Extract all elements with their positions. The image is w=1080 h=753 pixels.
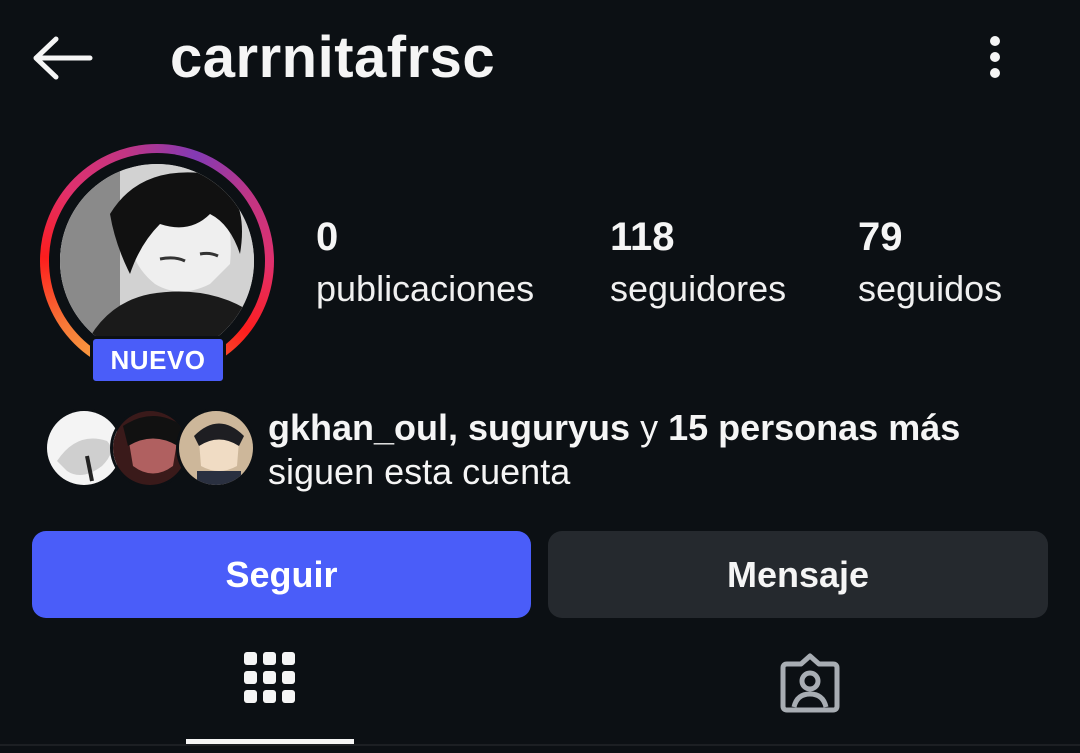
followed-by-text[interactable]: gkhan_oul, suguryus y 15 personas más si… xyxy=(268,406,1058,494)
following-label: seguidos xyxy=(858,268,1003,309)
mutual-followers-avatars[interactable] xyxy=(44,408,256,490)
tagged-person-icon xyxy=(780,653,840,713)
followers-count: 118 xyxy=(610,215,675,259)
posts-count: 0 xyxy=(316,215,339,259)
posts-label: publicaciones xyxy=(316,268,535,309)
followers-label: seguidores xyxy=(610,268,787,309)
avatar-image xyxy=(60,164,254,358)
stat-followers[interactable]: 118 seguidores xyxy=(610,212,786,316)
followed-by-suffix: siguen esta cuenta xyxy=(268,451,571,492)
new-account-badge: NUEVO xyxy=(90,336,226,384)
connector-text: y xyxy=(630,407,669,448)
profile-username: carrnitafrsc xyxy=(170,25,496,90)
arrow-left-icon xyxy=(33,36,93,80)
more-vertical-icon xyxy=(990,36,1000,78)
follow-button[interactable]: Seguir xyxy=(32,531,531,618)
mutual-avatar xyxy=(176,408,256,488)
more-options-button[interactable] xyxy=(972,26,1018,88)
tab-posts-grid[interactable] xyxy=(0,640,540,745)
mutual-names: gkhan_oul, suguryus xyxy=(268,407,631,448)
back-button[interactable] xyxy=(28,30,98,86)
followed-by-line-1: gkhan_oul, suguryus y 15 personas más xyxy=(268,406,1058,450)
tab-tagged[interactable] xyxy=(540,640,1080,745)
following-count: 79 xyxy=(858,215,903,259)
stat-following[interactable]: 79 seguidos xyxy=(858,212,1002,316)
more-followers-count: 15 personas más xyxy=(668,407,961,448)
message-button[interactable]: Mensaje xyxy=(548,531,1048,618)
divider xyxy=(0,744,1080,746)
avatar-illustration xyxy=(60,164,254,358)
grid-icon xyxy=(244,652,295,703)
stat-posts[interactable]: 0 publicaciones xyxy=(316,212,534,316)
